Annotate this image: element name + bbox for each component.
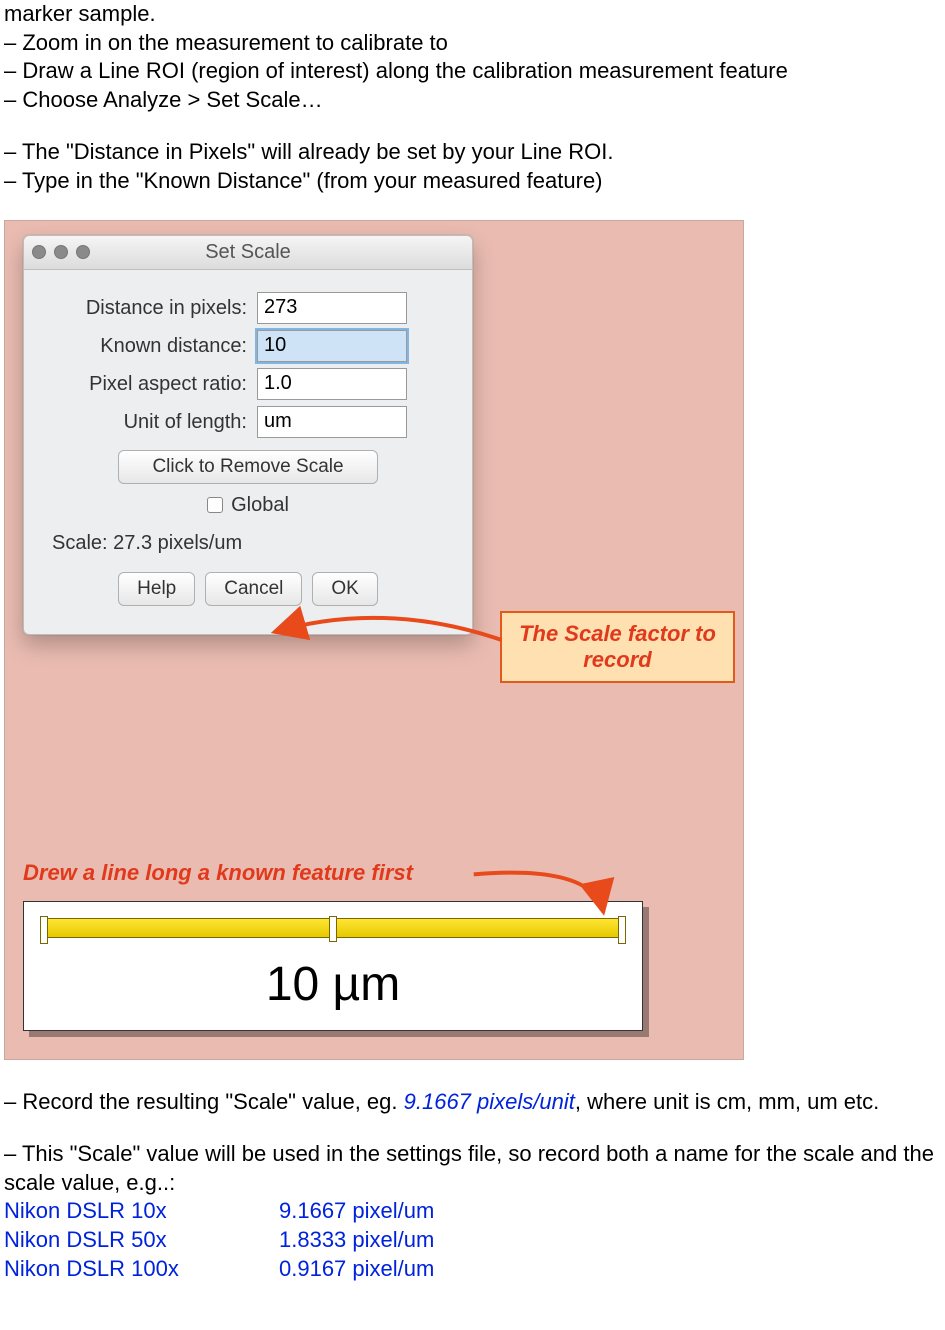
global-label: Global bbox=[231, 492, 289, 518]
dialog-titlebar: Set Scale bbox=[24, 236, 472, 270]
example-value: 0.9167 pixel/um bbox=[279, 1255, 434, 1284]
scale-bar-label: 10 µm bbox=[24, 954, 642, 1016]
scale-factor-callout: The Scale factor to record bbox=[500, 611, 735, 683]
record-scale-line: – Record the resulting "Scale" value, eg… bbox=[4, 1088, 941, 1117]
distance-label: Distance in pixels: bbox=[42, 295, 257, 321]
settings-note: – This "Scale" value will be used in the… bbox=[4, 1140, 941, 1197]
scale-bar-image: 10 µm bbox=[23, 901, 643, 1031]
scale-readout: Scale: 27.3 pixels/um bbox=[42, 526, 454, 568]
intro-line-0: marker sample. bbox=[4, 0, 941, 29]
zoom-icon[interactable] bbox=[76, 245, 90, 259]
distance-input[interactable] bbox=[257, 292, 407, 324]
set-scale-dialog: Set Scale Distance in pixels: Known dist… bbox=[23, 235, 473, 635]
global-checkbox[interactable] bbox=[207, 497, 223, 513]
drew-line-caption: Drew a line long a known feature first bbox=[23, 859, 413, 888]
aspect-input[interactable] bbox=[257, 368, 407, 400]
example-name: Nikon DSLR 100x bbox=[4, 1255, 279, 1284]
intro-line-1: – Zoom in on the measurement to calibrat… bbox=[4, 29, 941, 58]
known-label: Known distance: bbox=[42, 333, 257, 359]
close-icon[interactable] bbox=[32, 245, 46, 259]
scale-examples: Nikon DSLR 10x 9.1667 pixel/um Nikon DSL… bbox=[4, 1197, 941, 1283]
unit-label: Unit of length: bbox=[42, 409, 257, 435]
intro-line-3: – Choose Analyze > Set Scale… bbox=[4, 86, 941, 115]
line-roi bbox=[42, 918, 624, 938]
aspect-label: Pixel aspect ratio: bbox=[42, 371, 257, 397]
intro-line-2: – Draw a Line ROI (region of interest) a… bbox=[4, 57, 941, 86]
example-value: 9.1667 pixel/um bbox=[279, 1197, 434, 1226]
cancel-button[interactable]: Cancel bbox=[205, 572, 302, 606]
remove-scale-button[interactable]: Click to Remove Scale bbox=[118, 450, 378, 484]
example-value: 1.8333 pixel/um bbox=[279, 1226, 434, 1255]
set-scale-figure: Set Scale Distance in pixels: Known dist… bbox=[4, 220, 744, 1060]
example-name: Nikon DSLR 50x bbox=[4, 1226, 279, 1255]
known-input[interactable] bbox=[257, 330, 407, 362]
ok-button[interactable]: OK bbox=[312, 572, 377, 606]
unit-input[interactable] bbox=[257, 406, 407, 438]
example-scale-value: 9.1667 pixels/unit bbox=[404, 1089, 575, 1114]
roi-mid-handle bbox=[329, 916, 337, 942]
minimize-icon[interactable] bbox=[54, 245, 68, 259]
help-button[interactable]: Help bbox=[118, 572, 195, 606]
intro-line-4: – The "Distance in Pixels" will already … bbox=[4, 138, 941, 167]
dialog-title: Set Scale bbox=[24, 239, 472, 265]
intro-line-5: – Type in the "Known Distance" (from you… bbox=[4, 167, 941, 196]
example-name: Nikon DSLR 10x bbox=[4, 1197, 279, 1226]
